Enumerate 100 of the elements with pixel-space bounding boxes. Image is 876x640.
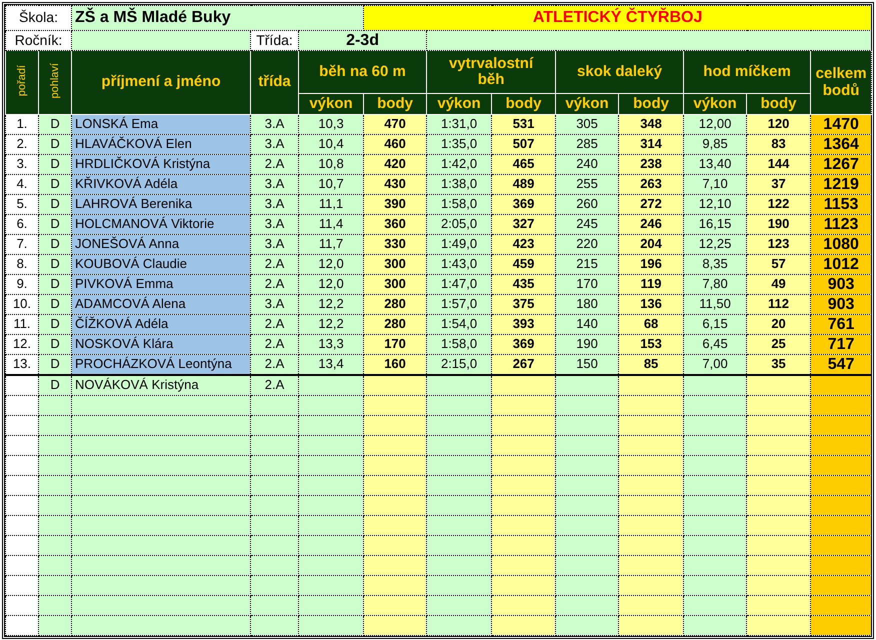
table-cell: 11,50 <box>684 294 747 314</box>
column-header: výkon <box>684 94 747 114</box>
table-cell <box>250 576 299 596</box>
table-cell: 1012 <box>810 254 872 274</box>
table-cell <box>618 456 684 476</box>
table-cell: 1:57,0 <box>426 294 492 314</box>
table-cell <box>746 456 811 476</box>
table-cell: 25 <box>746 334 811 354</box>
column-header: výkon <box>298 94 364 114</box>
table-cell <box>618 375 684 396</box>
table-cell <box>364 536 427 556</box>
table-cell <box>556 596 619 616</box>
table-cell: D <box>38 274 72 294</box>
table-cell: 144 <box>746 154 811 174</box>
column-header: celkem bodů <box>810 50 872 114</box>
table-cell: 305 <box>556 114 619 134</box>
table-cell: 3.A <box>250 114 299 134</box>
table-cell <box>38 396 72 416</box>
table-cell: 1:58,0 <box>426 334 492 354</box>
table-cell <box>6 476 38 496</box>
table-cell <box>250 416 299 436</box>
table-cell: 369 <box>492 194 556 214</box>
table-cell <box>556 476 619 496</box>
table-cell: 2. <box>6 134 38 154</box>
table-cell <box>250 476 299 496</box>
column-header: příjmení a jméno <box>72 50 251 114</box>
table-cell <box>6 596 38 616</box>
table-cell: JONEŠOVÁ Anna <box>72 234 251 254</box>
table-cell: 435 <box>492 274 556 294</box>
table-cell: 3.A <box>250 294 299 314</box>
table-cell <box>426 596 492 616</box>
table-cell: KOUBOVÁ Claudie <box>72 254 251 274</box>
table-cell: D <box>38 214 72 234</box>
table-cell: 6. <box>6 214 38 234</box>
table-cell <box>38 536 72 556</box>
table-cell: 1:38,0 <box>426 174 492 194</box>
table-cell <box>746 616 811 636</box>
table-cell: 1080 <box>810 234 872 254</box>
table-cell: 3.A <box>250 194 299 214</box>
table-cell: 170 <box>364 334 427 354</box>
table-cell: 1470 <box>810 114 872 134</box>
table-cell: 49 <box>746 274 811 294</box>
column-header: body <box>618 94 684 114</box>
table-cell: 12. <box>6 334 38 354</box>
table-cell: 112 <box>746 294 811 314</box>
table-cell: 11,1 <box>298 194 364 214</box>
table-cell <box>556 616 619 636</box>
class-label: Třída: <box>250 30 299 50</box>
table-cell: ADAMCOVÁ Alena <box>72 294 251 314</box>
table-cell <box>618 576 684 596</box>
table-cell: 150 <box>556 354 619 375</box>
table-cell: 12,2 <box>298 314 364 334</box>
table-cell: HLAVÁČKOVÁ Elen <box>72 134 251 154</box>
table-cell <box>6 456 38 476</box>
table-cell: 12,0 <box>298 254 364 274</box>
table-cell <box>298 476 364 496</box>
table-cell <box>426 476 492 496</box>
table-cell <box>364 436 427 456</box>
table-cell <box>746 416 811 436</box>
table-cell: 7,00 <box>684 354 747 375</box>
table-cell: 2.A <box>250 154 299 174</box>
table-cell <box>684 375 747 396</box>
table-cell <box>556 516 619 536</box>
table-cell: 160 <box>364 354 427 375</box>
table-cell <box>618 496 684 516</box>
table-cell <box>684 396 747 416</box>
table-cell <box>492 476 556 496</box>
table-cell <box>684 456 747 476</box>
table-cell <box>6 396 38 416</box>
table-cell: 1:58,0 <box>426 194 492 214</box>
column-header: body <box>746 94 811 114</box>
class-value: 2-3d <box>298 30 427 50</box>
table-cell: 246 <box>618 214 684 234</box>
table-cell <box>746 476 811 496</box>
table-cell: 16,15 <box>684 214 747 234</box>
table-cell: 531 <box>492 114 556 134</box>
table-cell <box>618 596 684 616</box>
table-cell: 5. <box>6 194 38 214</box>
column-header: třída <box>250 50 299 114</box>
table-cell: 13,40 <box>684 154 747 174</box>
table-cell <box>746 516 811 536</box>
table-cell: 1:49,0 <box>426 234 492 254</box>
table-cell <box>556 556 619 576</box>
table-cell: 267 <box>492 354 556 375</box>
table-cell <box>684 476 747 496</box>
table-cell <box>492 536 556 556</box>
table-cell: 2.A <box>250 354 299 375</box>
table-cell: 153 <box>618 334 684 354</box>
table-cell <box>6 556 38 576</box>
table-cell <box>684 416 747 436</box>
school-name: ZŠ a MŠ Mladé Buky <box>72 6 364 30</box>
table-cell: 1:42,0 <box>426 154 492 174</box>
table-cell: 1:47,0 <box>426 274 492 294</box>
table-cell: 140 <box>556 314 619 334</box>
table-cell: 57 <box>746 254 811 274</box>
table-cell <box>364 456 427 476</box>
table-cell <box>250 536 299 556</box>
table-cell <box>684 616 747 636</box>
table-cell <box>684 596 747 616</box>
table-cell: 1123 <box>810 214 872 234</box>
